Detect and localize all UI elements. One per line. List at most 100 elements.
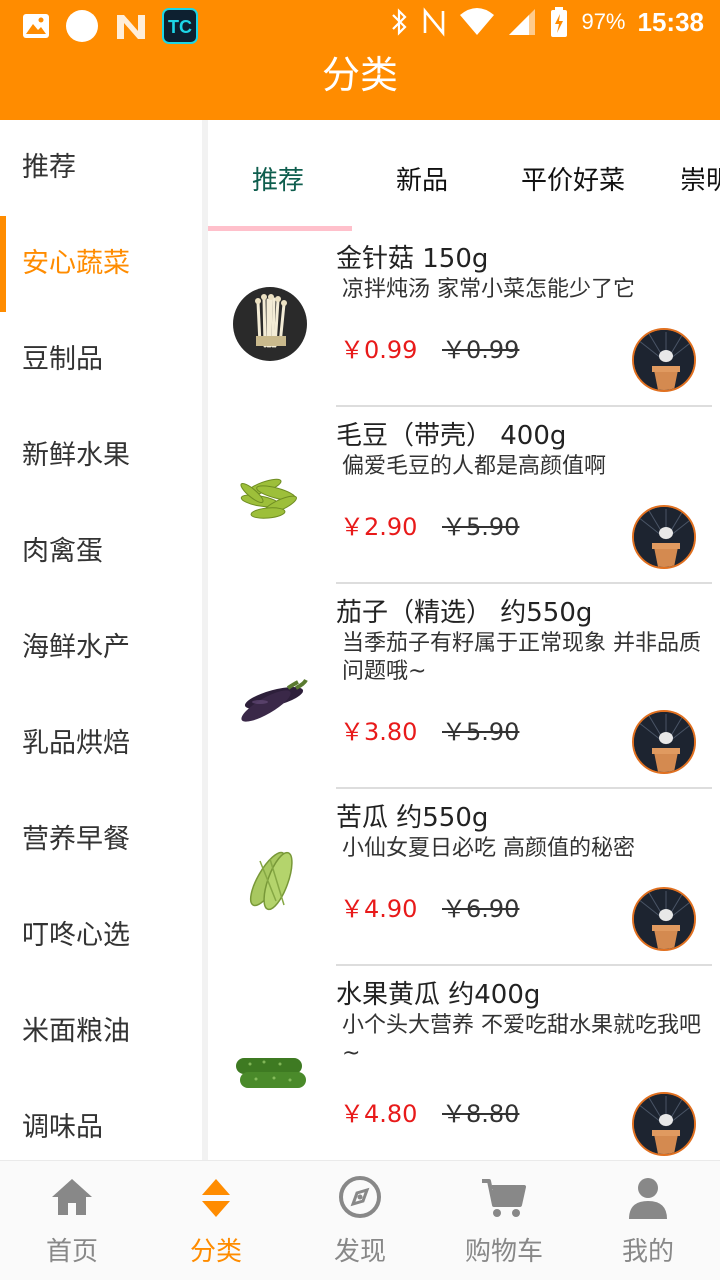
sidebar-item-label: 新鲜水果 (22, 440, 130, 471)
nav-profile[interactable]: 我的 (576, 1161, 720, 1280)
signal-icon (509, 9, 536, 35)
bottom-navigation: 首页 分类 发现 购物车 我的 (0, 1160, 720, 1280)
product-divider (336, 582, 712, 584)
gallery-icon (23, 14, 49, 38)
status-time: 15:38 (637, 6, 705, 37)
n-logo-icon (117, 15, 145, 39)
compass-icon (339, 1176, 381, 1218)
product-original-price: ￥6.90 (442, 895, 520, 923)
product-description: 小仙女夏日必吃 高颜值的秘密 (342, 836, 635, 861)
sidebar-item-soy-products[interactable]: 豆制品 (0, 312, 202, 408)
home-icon (52, 1179, 92, 1215)
sidebar-item-dairy-bakery[interactable]: 乳品烘焙 (0, 696, 202, 792)
sidebar-item-dingdong-select[interactable]: 叮咚心选 (0, 888, 202, 984)
product-name: 茄子（精选） 约550g (336, 598, 593, 628)
product-divider (336, 964, 712, 966)
product-description: 凉拌炖汤 家常小菜怎能少了它 (342, 277, 635, 302)
sidebar-item-label: 肉禽蛋 (22, 536, 103, 567)
tab-affordable[interactable]: 平价好菜 (521, 160, 625, 197)
sidebar-item-label: 营养早餐 (22, 824, 130, 855)
add-to-cart-avatar-button[interactable] (632, 505, 696, 569)
product-price: ￥3.80 (340, 718, 418, 746)
sidebar-item-label: 推荐 (22, 152, 76, 183)
eggplant-image (230, 654, 310, 734)
page-title: 分类 (321, 53, 398, 97)
nav-label: 分类 (189, 1237, 242, 1267)
product-original-price: ￥5.90 (442, 513, 520, 541)
product-description: 当季茄子有籽属于正常现象 并非品质问题哦~ (342, 631, 701, 684)
product-item[interactable]: 水果黄瓜 约400g 小个头大营养 不爱吃甜水果就吃我吧~ ￥4.80 ￥8.8… (208, 968, 720, 1160)
product-price: ￥4.90 (340, 895, 418, 923)
nav-label: 购物车 (464, 1237, 543, 1267)
sidebar-item-label: 乳品烘焙 (22, 728, 130, 759)
tab-new[interactable]: 新品 (396, 160, 448, 197)
product-divider (336, 787, 712, 789)
add-to-cart-avatar-button[interactable] (632, 1092, 696, 1156)
user-icon (629, 1178, 667, 1219)
bitter-melon-image (230, 839, 310, 919)
header-bar: TC 97% 15:38 分类 (0, 0, 720, 120)
cart-icon (482, 1179, 526, 1217)
tc-app-icon: TC (162, 8, 198, 44)
sidebar-item-label: 海鲜水产 (22, 632, 130, 663)
app-root: TC 97% 15:38 分类 推荐 安心蔬菜 豆制品 新鲜水果 肉禽蛋 海鲜水… (0, 0, 720, 1280)
sidebar-item-recommend[interactable]: 推荐 (0, 120, 202, 216)
category-sidebar: 推荐 安心蔬菜 豆制品 新鲜水果 肉禽蛋 海鲜水产 乳品烘焙 营养早餐 叮咚心选… (0, 120, 202, 1160)
product-price: ￥4.80 (340, 1100, 418, 1128)
sort-icon (202, 1179, 230, 1217)
product-price: ￥2.90 (340, 513, 418, 541)
product-name: 金针菇 150g (336, 244, 489, 274)
sidebar-item-label: 叮咚心选 (22, 920, 130, 951)
sidebar-item-meat-eggs[interactable]: 肉禽蛋 (0, 504, 202, 600)
product-original-price: ￥5.90 (442, 718, 520, 746)
sidebar-item-vegetables[interactable]: 安心蔬菜 (0, 216, 202, 312)
battery-icon (551, 7, 568, 37)
add-to-cart-avatar-button[interactable] (632, 887, 696, 951)
nav-label: 发现 (333, 1237, 386, 1267)
circle-notification-icon (66, 10, 98, 42)
product-original-price: ￥0.99 (442, 336, 520, 364)
active-tab-indicator (208, 226, 352, 231)
sidebar-item-grain-oil[interactable]: 米面粮油 (0, 984, 202, 1080)
nfc-icon (424, 7, 445, 37)
sidebar-item-label: 安心蔬菜 (22, 248, 130, 279)
product-item[interactable]: 金针菇 150g 凉拌炖汤 家常小菜怎能少了它 ￥0.99 ￥0.99 (208, 232, 720, 408)
product-price: ￥0.99 (340, 336, 418, 364)
status-bar: TC 97% 15:38 (0, 0, 720, 50)
sidebar-item-seafood[interactable]: 海鲜水产 (0, 600, 202, 696)
tab-recommend[interactable]: 推荐 (252, 160, 304, 197)
product-list: 金针菇 150g 凉拌炖汤 家常小菜怎能少了它 ￥0.99 ￥0.99 毛豆（带… (208, 232, 720, 1160)
sidebar-item-label: 调味品 (22, 1112, 103, 1143)
product-name: 毛豆（带壳） 400g (336, 421, 567, 451)
tab-chongming[interactable]: 崇明 (680, 160, 720, 197)
edamame-image (230, 457, 310, 537)
battery-percent: 97% (581, 9, 626, 34)
product-description: 小个头大营养 不爱吃甜水果就吃我吧~ (342, 1013, 701, 1066)
enoki-mushroom-image (230, 284, 310, 364)
svg-text:TC: TC (168, 17, 192, 37)
add-to-cart-avatar-button[interactable] (632, 710, 696, 774)
bluetooth-icon (392, 8, 408, 36)
sidebar-item-seasoning[interactable]: 调味品 (0, 1080, 202, 1160)
nav-label: 首页 (45, 1237, 98, 1267)
sidebar-item-label: 豆制品 (22, 344, 103, 375)
add-to-cart-avatar-button[interactable] (632, 328, 696, 392)
product-name: 水果黄瓜 约400g (336, 980, 541, 1010)
nav-category[interactable]: 分类 (144, 1161, 288, 1280)
product-original-price: ￥8.80 (442, 1100, 520, 1128)
nav-cart[interactable]: 购物车 (432, 1161, 576, 1280)
product-item[interactable]: 苦瓜 约550g 小仙女夏日必吃 高颜值的秘密 ￥4.90 ￥6.90 (208, 791, 720, 967)
nav-home[interactable]: 首页 (0, 1161, 144, 1280)
product-name: 苦瓜 约550g (336, 803, 489, 833)
nav-label: 我的 (621, 1237, 674, 1267)
subcategory-tabs: 推荐 新品 平价好菜 崇明 (208, 120, 720, 232)
sidebar-item-fresh-fruit[interactable]: 新鲜水果 (0, 408, 202, 504)
nav-discover[interactable]: 发现 (288, 1161, 432, 1280)
cucumber-image (230, 1032, 310, 1112)
wifi-icon (460, 8, 495, 35)
product-item[interactable]: 毛豆（带壳） 400g 偏爱毛豆的人都是高颜值啊 ￥2.90 ￥5.90 (208, 409, 720, 585)
product-description: 偏爱毛豆的人都是高颜值啊 (342, 454, 607, 479)
sidebar-item-breakfast[interactable]: 营养早餐 (0, 792, 202, 888)
product-item[interactable]: 茄子（精选） 约550g 当季茄子有籽属于正常现象 并非品质问题哦~ ￥3.80… (208, 586, 720, 790)
sidebar-item-label: 米面粮油 (22, 1016, 130, 1047)
